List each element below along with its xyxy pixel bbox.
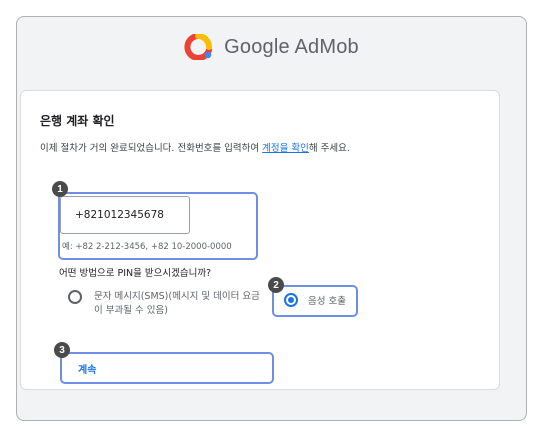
continue-button[interactable]: 계속 xyxy=(60,352,274,384)
voice-call-option[interactable]: 음성 호출 xyxy=(284,293,346,307)
step-badge-3: 3 xyxy=(54,342,70,358)
sms-radio-button[interactable] xyxy=(68,290,82,304)
step-badge-2: 2 xyxy=(268,277,284,293)
phone-hint: 예: +82 2-212-3456, +82 10-2000-0000 xyxy=(62,242,232,252)
voice-call-radio-button[interactable] xyxy=(284,293,298,307)
step-badge-1: 1 xyxy=(52,181,68,197)
page-title: 은행 계좌 확인 xyxy=(40,114,115,128)
phone-number-input[interactable] xyxy=(60,196,190,234)
instruction-text-start: 이제 절차가 거의 완료되었습니다. 전화번호를 입력하여 xyxy=(40,143,263,154)
instruction-text-end: 해 주세요. xyxy=(308,143,350,154)
voice-call-label: 음성 호출 xyxy=(308,296,346,307)
pin-method-question: 어떤 방법으로 PIN을 받으시겠습니까? xyxy=(59,268,212,279)
sms-option-label: 문자 메시지(SMS)(메시지 및 데이터 요금이 부과될 수 있음) xyxy=(94,291,260,316)
brand-name: Google AdMob xyxy=(224,35,359,58)
verify-account-link[interactable]: 계정을 확인 xyxy=(262,143,309,154)
header: Google AdMob xyxy=(17,17,526,77)
instruction-text: 이제 절차가 거의 완료되었습니다. 전화번호를 입력하여 계정을 확인해 주세… xyxy=(40,140,350,154)
admob-logo-icon xyxy=(184,34,213,60)
sms-option[interactable]: 문자 메시지(SMS)(메시지 및 데이터 요금이 부과될 수 있음) xyxy=(68,290,264,318)
